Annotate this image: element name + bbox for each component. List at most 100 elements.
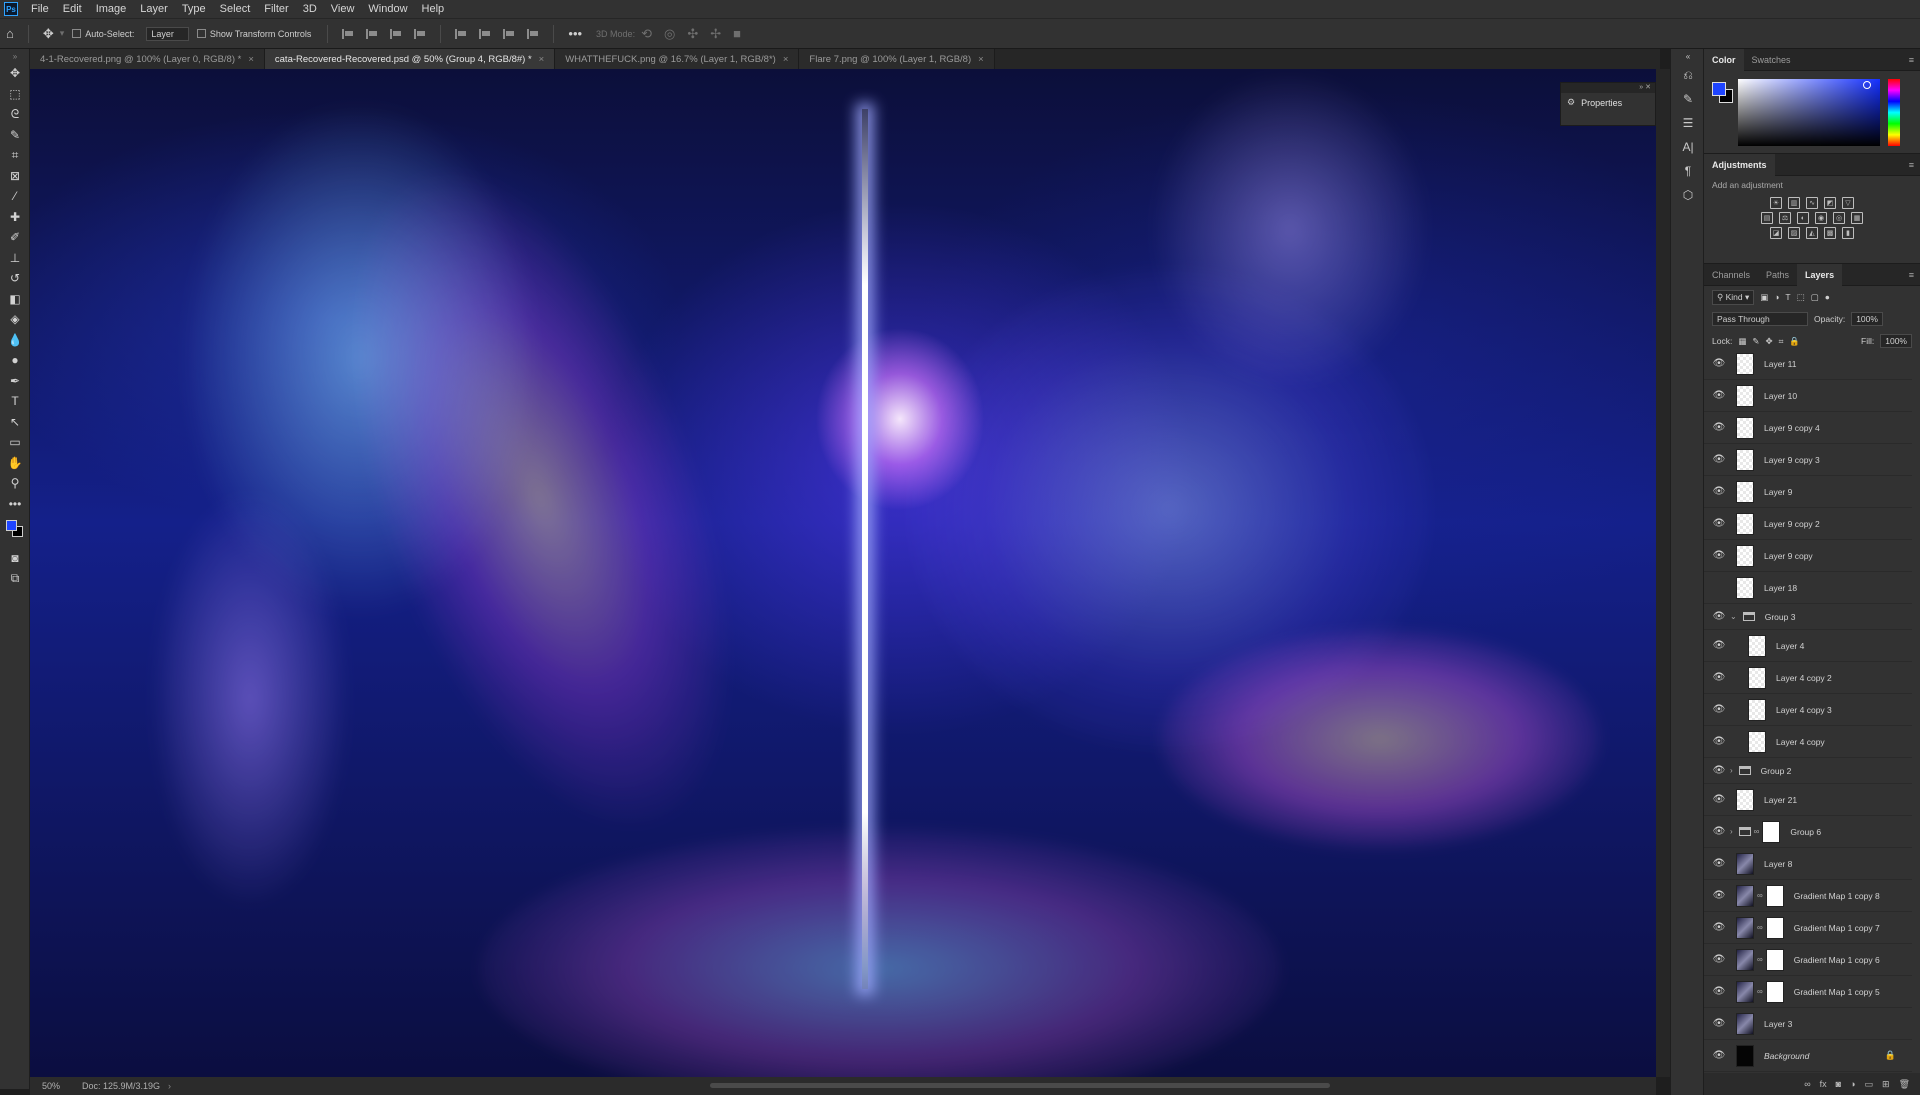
layer-name[interactable]: Layer 9 <box>1764 487 1792 497</box>
layer-thumbnail[interactable] <box>1736 980 1754 1003</box>
tab-paths[interactable]: Paths <box>1758 264 1797 286</box>
visibility-eye-icon[interactable]: 👁 <box>1712 765 1726 776</box>
layer-thumbnail[interactable] <box>1736 948 1754 971</box>
layer-thumbnail[interactable] <box>1736 384 1754 407</box>
layer-name[interactable]: Layer 21 <box>1764 795 1797 805</box>
filter-shape-icon[interactable]: ⬚ <box>1797 292 1805 303</box>
color-swatches[interactable] <box>0 514 30 548</box>
visibility-eye-icon[interactable]: 👁 <box>1712 486 1726 497</box>
layer-name[interactable]: Gradient Map 1 copy 5 <box>1794 987 1880 997</box>
visibility-eye-icon[interactable]: 👁 <box>1712 1018 1726 1029</box>
layer-mask-thumbnail[interactable] <box>1765 916 1784 939</box>
tab-adjustments[interactable]: Adjustments <box>1704 153 1775 176</box>
new-adjustment-icon[interactable]: ◑ <box>1850 1079 1855 1089</box>
layer-row[interactable]: 👁 Layer 9 <box>1704 476 1912 508</box>
layer-row[interactable]: 👁 ⌄ Group 3 <box>1704 604 1912 630</box>
layer-mask-thumbnail[interactable] <box>1765 980 1784 1003</box>
panel-menu-icon[interactable]: ≡ <box>1909 270 1914 280</box>
eyedropper-tool-icon[interactable]: ⁄ <box>0 186 30 207</box>
dodge-tool-icon[interactable]: ● <box>0 350 30 371</box>
layer-row[interactable]: 👁 › ∞ Group 6 <box>1704 816 1912 848</box>
brightness-icon[interactable]: ☀ <box>1770 197 1782 209</box>
lock-artboard-icon[interactable]: ⌗ <box>1779 336 1784 347</box>
visibility-eye-icon[interactable]: 👁 <box>1712 826 1726 837</box>
visibility-eye-icon[interactable]: 👁 <box>1712 518 1726 529</box>
layer-row[interactable]: 👁 Layer 10 <box>1704 380 1912 412</box>
layer-row[interactable]: 👁 › Group 2 <box>1704 758 1912 784</box>
menu-3d[interactable]: 3D <box>296 3 324 15</box>
rectangle-tool-icon[interactable]: ▭ <box>0 432 30 453</box>
menu-view[interactable]: View <box>324 3 362 15</box>
gradient-map-icon[interactable]: ▮ <box>1842 227 1854 239</box>
tab-color[interactable]: Color <box>1704 48 1744 71</box>
invert-icon[interactable]: ◪ <box>1770 227 1782 239</box>
layer-thumbnail[interactable] <box>1736 1044 1754 1067</box>
align-middle-icon[interactable] <box>479 28 491 39</box>
edit-toolbar-icon[interactable]: ••• <box>0 494 30 515</box>
lock-all-icon[interactable]: 🔒 <box>1789 336 1800 347</box>
fill-input[interactable]: 100% <box>1880 334 1912 348</box>
menu-image[interactable]: Image <box>89 3 134 15</box>
link-icon[interactable]: ∞ <box>1757 955 1763 964</box>
layer-name[interactable]: Layer 9 copy <box>1764 551 1813 561</box>
layer-thumbnail[interactable] <box>1736 448 1754 471</box>
layer-name[interactable]: Layer 9 copy 4 <box>1764 423 1820 433</box>
layer-thumbnail[interactable] <box>1736 576 1754 599</box>
visibility-eye-icon[interactable]: 👁 <box>1712 986 1726 997</box>
hue-saturation-icon[interactable]: ▤ <box>1761 212 1773 224</box>
paragraph-icon[interactable]: ¶ <box>1671 159 1705 183</box>
align-center-icon[interactable] <box>366 28 378 39</box>
link-icon[interactable]: ∞ <box>1757 923 1763 932</box>
align-left-icon[interactable] <box>342 28 354 39</box>
chevron-right-icon[interactable]: › <box>168 1081 171 1091</box>
3d-roll-icon[interactable]: ◎ <box>664 26 675 42</box>
properties-floating-panel[interactable]: » ✕ ⚙ Properties <box>1560 82 1656 126</box>
visibility-eye-icon[interactable]: 👁 <box>1712 422 1726 433</box>
history-icon[interactable]: ⎌ <box>1671 63 1705 87</box>
visibility-eye-icon[interactable]: 👁 <box>1712 890 1726 901</box>
link-icon[interactable]: ∞ <box>1757 891 1763 900</box>
blur-tool-icon[interactable]: 💧 <box>0 330 30 351</box>
foreground-color-swatch[interactable] <box>6 520 17 531</box>
lock-position-icon[interactable]: ✥ <box>1765 336 1772 347</box>
curves-icon[interactable]: ∿ <box>1806 197 1818 209</box>
layer-row[interactable]: 👁 Layer 4 <box>1704 630 1912 662</box>
layer-name[interactable]: Group 2 <box>1761 766 1792 776</box>
menu-filter[interactable]: Filter <box>257 3 295 15</box>
more-options-icon[interactable]: ••• <box>568 26 582 41</box>
layer-mask-thumbnail[interactable] <box>1762 820 1781 843</box>
layer-name[interactable]: Layer 9 copy 3 <box>1764 455 1820 465</box>
distribute-icon[interactable] <box>414 28 426 39</box>
link-icon[interactable]: ∞ <box>1757 987 1763 996</box>
threshold-icon[interactable]: ◭ <box>1806 227 1818 239</box>
visibility-eye-icon[interactable]: 👁 <box>1712 858 1726 869</box>
filter-type-icon[interactable]: T <box>1785 292 1790 302</box>
panel-header[interactable]: » ✕ <box>1561 83 1655 93</box>
selective-color-icon[interactable]: ▩ <box>1824 227 1836 239</box>
visibility-eye-icon[interactable]: 👁 <box>1712 550 1726 561</box>
layer-thumbnail[interactable] <box>1748 666 1766 689</box>
group-toggle-icon[interactable]: ⌄ <box>1730 612 1737 621</box>
layer-name[interactable]: Layer 18 <box>1764 583 1797 593</box>
menu-layer[interactable]: Layer <box>133 3 175 15</box>
filter-pixel-icon[interactable]: ▣ <box>1760 292 1768 303</box>
layer-thumbnail[interactable] <box>1736 352 1754 375</box>
eraser-tool-icon[interactable]: ◧ <box>0 289 30 310</box>
move-tool-preset-icon[interactable]: ✥ <box>43 26 54 42</box>
tab-document-3[interactable]: WHATTHEFUCK.png @ 16.7% (Layer 1, RGB/8*… <box>555 49 800 69</box>
show-transform-checkbox[interactable]: Show Transform Controls <box>196 29 311 39</box>
crop-tool-icon[interactable]: ⌗ <box>0 145 30 166</box>
collapse-icon[interactable]: « <box>1671 49 1705 63</box>
layer-row[interactable]: 👁 Layer 9 copy 3 <box>1704 444 1912 476</box>
layer-row[interactable]: 👁 Layer 4 copy 2 <box>1704 662 1912 694</box>
layer-thumbnail[interactable] <box>1736 544 1754 567</box>
checkbox-icon[interactable] <box>72 29 82 38</box>
checkbox-icon[interactable] <box>196 29 206 38</box>
healing-brush-tool-icon[interactable]: ✚ <box>0 207 30 228</box>
layer-thumbnail[interactable] <box>1736 416 1754 439</box>
visibility-eye-icon[interactable]: 👁 <box>1712 454 1726 465</box>
lock-pixels-icon[interactable]: ✎ <box>1752 336 1759 347</box>
chevron-down-icon[interactable]: ▾ <box>60 28 65 39</box>
visibility-eye-icon[interactable]: 👁 <box>1712 704 1726 715</box>
layer-name[interactable]: Layer 9 copy 2 <box>1764 519 1820 529</box>
